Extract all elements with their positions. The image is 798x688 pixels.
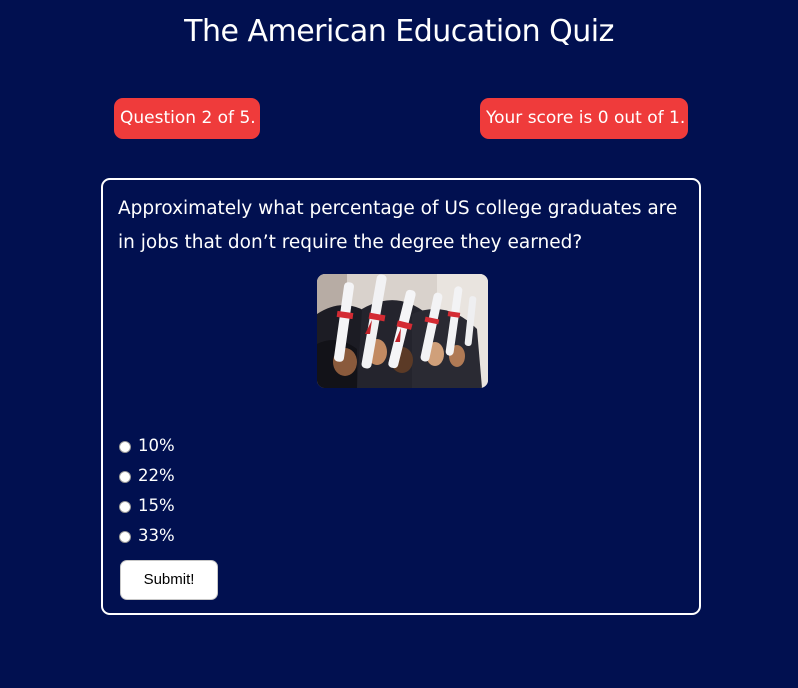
question-card: Approximately what percentage of US coll…: [101, 178, 701, 615]
submit-button[interactable]: Submit!: [120, 560, 218, 600]
answer-option[interactable]: 15%: [119, 490, 175, 520]
question-image: [317, 274, 488, 388]
option-label: 22%: [138, 465, 175, 485]
question-counter-badge: Question 2 of 5.: [114, 98, 260, 139]
radio-button[interactable]: [119, 470, 131, 483]
option-label: 10%: [138, 435, 175, 455]
score-badge: Your score is 0 out of 1.: [480, 98, 688, 139]
question-text: Approximately what percentage of US coll…: [118, 198, 678, 253]
answer-options: 10% 22% 15% 33%: [119, 430, 175, 550]
radio-button[interactable]: [119, 500, 131, 513]
page-title: The American Education Quiz: [184, 14, 614, 49]
radio-button[interactable]: [119, 530, 131, 543]
option-label: 15%: [138, 495, 175, 515]
answer-option[interactable]: 22%: [119, 460, 175, 490]
radio-button[interactable]: [119, 440, 131, 453]
option-label: 33%: [138, 525, 175, 545]
answer-option[interactable]: 33%: [119, 520, 175, 550]
answer-option[interactable]: 10%: [119, 430, 175, 460]
